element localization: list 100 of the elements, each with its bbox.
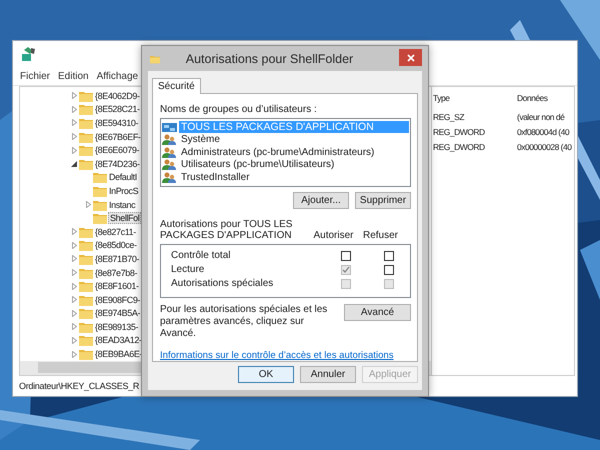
- tree-item[interactable]: {8E989135-: [94, 322, 140, 332]
- tree-item[interactable]: {8EAD3A12-: [94, 335, 143, 346]
- table-cell-text: 0xf080004d (40: [517, 126, 570, 136]
- users-icon: [162, 159, 177, 170]
- collapsed-arrow-icon[interactable]: [72, 228, 76, 236]
- collapsed-arrow-icon[interactable]: [72, 92, 76, 100]
- list-item[interactable]: TrustedInstaller: [179, 172, 252, 183]
- tree-item[interactable]: InProcS: [108, 186, 140, 196]
- tree-item[interactable]: {8E4062D9-: [94, 90, 141, 101]
- dialog-button[interactable]: OK: [238, 366, 294, 383]
- list-item[interactable]: Administrateurs (pc-brume\Administrateurs): [179, 146, 376, 158]
- field-label: Noms de groupes ou d’utilisateurs :: [160, 104, 318, 115]
- registry-editor-icon: [21, 46, 37, 62]
- tree-item[interactable]: {8E594310-: [94, 118, 140, 128]
- list-item[interactable]: Utilisateurs (pc-brume\Utilisateurs): [179, 159, 336, 170]
- menu-item[interactable]: Edition: [58, 70, 89, 82]
- menu-item[interactable]: Fichier: [20, 70, 50, 82]
- folder-icon: [93, 212, 107, 224]
- table-cell-text: REG_SZ: [433, 112, 466, 122]
- folder-icon: [79, 103, 93, 116]
- tree-item[interactable]: {8e87e7b8-: [94, 268, 138, 278]
- table-cell-text: 0x00000028 (40: [517, 142, 573, 152]
- expanded-arrow-icon[interactable]: [71, 160, 77, 167]
- folder-icon: [79, 334, 93, 346]
- tree-item[interactable]: {8E908FC9-: [94, 294, 142, 305]
- tree-item[interactable]: ShellFol: [108, 212, 142, 224]
- folder-icon: [79, 280, 93, 292]
- collapsed-arrow-icon[interactable]: [86, 201, 90, 208]
- folder-icon: [79, 226, 93, 238]
- folder-icon: [79, 307, 93, 320]
- users-icon: [162, 134, 177, 146]
- permission-name: Lecture: [171, 264, 206, 275]
- help-text: Pour les autorisations spéciales et les paramètres avancés, cliquez sur Avancé.: [160, 304, 328, 340]
- collapsed-arrow-icon[interactable]: [72, 242, 76, 249]
- column-header: Refuser: [362, 230, 399, 240]
- tree-item[interactable]: {8e827c11-: [94, 226, 137, 237]
- package-icon: [162, 122, 177, 133]
- folder-icon: [79, 320, 93, 333]
- tree-item[interactable]: {8E6E6079-: [94, 145, 140, 156]
- tree-item[interactable]: {8E67B6EF-: [94, 132, 142, 142]
- users-icon: [162, 146, 177, 158]
- collapsed-arrow-icon[interactable]: [72, 336, 76, 344]
- list-item[interactable]: Système: [179, 134, 222, 146]
- folder-icon: [79, 158, 93, 170]
- field-label: Autorisations pour TOUS LES PACKAGES D'APPLICATION: [160, 218, 294, 240]
- collapsed-arrow-icon[interactable]: [72, 282, 76, 290]
- window-title: Autorisations pour ShellFolder: [184, 52, 354, 66]
- folder-icon: [93, 184, 107, 197]
- status-path: Ordinateur\HKEY_CLASSES_R: [19, 381, 140, 391]
- table-cell-text: REG_DWORD: [433, 126, 486, 136]
- column-header: Autoriser: [312, 230, 354, 240]
- advanced-button[interactable]: Avancé: [344, 304, 411, 321]
- action-button[interactable]: Ajouter...: [293, 192, 349, 208]
- collapsed-arrow-icon[interactable]: [72, 106, 76, 113]
- folder-icon: [79, 294, 93, 306]
- tree-item[interactable]: {8E8F1601-: [94, 281, 140, 292]
- folder-icon: [79, 252, 93, 265]
- table-cell-text: (valeur non dé: [517, 112, 566, 122]
- tree-item[interactable]: DefaultI: [108, 172, 138, 182]
- collapsed-arrow-icon[interactable]: [72, 146, 76, 154]
- collapsed-arrow-icon[interactable]: [72, 296, 76, 304]
- folder-icon: [93, 198, 107, 211]
- menu-item[interactable]: Affichage: [96, 70, 138, 82]
- close-button[interactable]: [399, 49, 422, 66]
- permission-name: Autorisations spéciales: [171, 278, 274, 289]
- tree-item[interactable]: {8E871B70-: [94, 254, 140, 264]
- folder-icon: [79, 144, 93, 156]
- column-header[interactable]: Données: [517, 93, 574, 103]
- checkbox[interactable]: [384, 250, 394, 260]
- action-button[interactable]: Supprimer: [355, 192, 411, 208]
- dialog-button[interactable]: Annuler: [300, 366, 356, 383]
- tree-item[interactable]: {8EB9BA6E-: [94, 349, 144, 360]
- folder-icon: [79, 348, 93, 360]
- collapsed-arrow-icon[interactable]: [72, 350, 76, 358]
- folder-icon: [79, 266, 93, 279]
- permission-name: Contrôle total: [171, 250, 232, 261]
- folder-icon: [79, 239, 93, 252]
- tree-item[interactable]: Instanc: [108, 200, 136, 210]
- collapsed-arrow-icon[interactable]: [72, 310, 76, 317]
- tab[interactable]: Sécurité: [152, 78, 201, 94]
- table-cell-text: REG_DWORD: [433, 142, 486, 152]
- folder-icon: [79, 130, 93, 143]
- tree-item[interactable]: {8E974B5A-: [94, 308, 142, 318]
- column-header[interactable]: Type: [433, 93, 517, 103]
- collapsed-arrow-icon[interactable]: [72, 269, 76, 276]
- collapsed-arrow-icon[interactable]: [72, 323, 76, 330]
- collapsed-arrow-icon[interactable]: [72, 133, 76, 140]
- close-icon: [406, 54, 414, 62]
- help-link[interactable]: Informations sur le contrôle d’accès et les autorisations: [160, 350, 394, 361]
- checkbox[interactable]: [384, 264, 394, 274]
- folder-icon: [79, 116, 93, 129]
- tree-item[interactable]: {8E74D236-: [94, 158, 141, 169]
- tree-item[interactable]: {8e85d0ce-: [94, 240, 138, 250]
- checkbox[interactable]: [340, 250, 351, 260]
- folder-icon: [79, 90, 93, 102]
- collapsed-arrow-icon[interactable]: [72, 255, 76, 262]
- collapsed-arrow-icon[interactable]: [72, 119, 76, 126]
- users-icon: [162, 172, 177, 183]
- folder-icon: [93, 171, 107, 184]
- tree-item[interactable]: {8E528C21-: [94, 104, 141, 114]
